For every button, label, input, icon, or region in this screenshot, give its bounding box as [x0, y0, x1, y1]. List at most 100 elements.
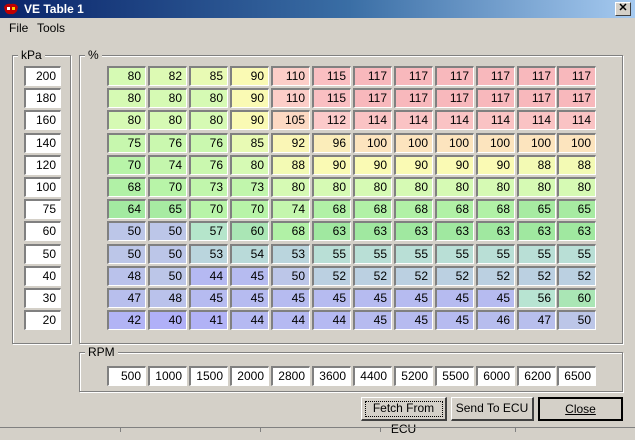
ve-cell[interactable]: 80: [476, 177, 515, 197]
ve-cell[interactable]: 68: [353, 199, 392, 219]
ve-cell[interactable]: 60: [557, 288, 596, 308]
ve-cell[interactable]: 52: [557, 266, 596, 286]
menu-file[interactable]: File: [9, 21, 28, 35]
kpa-cell[interactable]: 75: [24, 199, 61, 219]
ve-cell[interactable]: 76: [189, 155, 228, 175]
rpm-cell[interactable]: 5200: [394, 366, 433, 386]
ve-cell[interactable]: 73: [189, 177, 228, 197]
ve-cell[interactable]: 55: [435, 244, 474, 264]
ve-cell[interactable]: 45: [271, 288, 310, 308]
ve-cell[interactable]: 115: [312, 88, 351, 108]
send-to-ecu-button[interactable]: Send To ECU: [451, 397, 534, 421]
ve-cell[interactable]: 45: [230, 288, 269, 308]
ve-cell[interactable]: 60: [230, 221, 269, 241]
ve-cell[interactable]: 80: [148, 110, 187, 130]
ve-cell[interactable]: 110: [271, 88, 310, 108]
ve-cell[interactable]: 90: [435, 155, 474, 175]
ve-cell[interactable]: 92: [271, 133, 310, 153]
ve-cell[interactable]: 50: [148, 266, 187, 286]
rpm-cell[interactable]: 1000: [148, 366, 187, 386]
kpa-cell[interactable]: 180: [24, 88, 61, 108]
kpa-cell[interactable]: 30: [24, 288, 61, 308]
ve-cell[interactable]: 52: [476, 266, 515, 286]
ve-cell[interactable]: 114: [353, 110, 392, 130]
ve-cell[interactable]: 76: [189, 133, 228, 153]
ve-cell[interactable]: 63: [394, 221, 433, 241]
ve-cell[interactable]: 55: [557, 244, 596, 264]
ve-cell[interactable]: 90: [394, 155, 433, 175]
ve-cell[interactable]: 80: [435, 177, 474, 197]
ve-cell[interactable]: 117: [476, 88, 515, 108]
ve-cell[interactable]: 45: [353, 288, 392, 308]
ve-cell[interactable]: 48: [148, 288, 187, 308]
ve-cell[interactable]: 112: [312, 110, 351, 130]
ve-cell[interactable]: 65: [557, 199, 596, 219]
ve-cell[interactable]: 54: [230, 244, 269, 264]
ve-cell[interactable]: 100: [557, 133, 596, 153]
rpm-cell[interactable]: 6500: [557, 366, 596, 386]
ve-cell[interactable]: 44: [230, 310, 269, 330]
ve-cell[interactable]: 45: [435, 288, 474, 308]
ve-cell[interactable]: 114: [557, 110, 596, 130]
ve-cell[interactable]: 46: [476, 310, 515, 330]
ve-cell[interactable]: 70: [107, 155, 146, 175]
ve-cell[interactable]: 52: [394, 266, 433, 286]
ve-cell[interactable]: 80: [557, 177, 596, 197]
fetch-from-ecu-button[interactable]: Fetch From ECU: [361, 397, 447, 436]
rpm-cell[interactable]: 6000: [476, 366, 515, 386]
ve-cell[interactable]: 90: [230, 110, 269, 130]
ve-cell[interactable]: 110: [271, 66, 310, 86]
ve-cell[interactable]: 76: [148, 133, 187, 153]
ve-cell[interactable]: 52: [353, 266, 392, 286]
ve-cell[interactable]: 63: [476, 221, 515, 241]
ve-cell[interactable]: 114: [435, 110, 474, 130]
ve-cell[interactable]: 45: [435, 310, 474, 330]
ve-cell[interactable]: 114: [394, 110, 433, 130]
ve-cell[interactable]: 90: [230, 88, 269, 108]
kpa-cell[interactable]: 60: [24, 221, 61, 241]
ve-cell[interactable]: 53: [271, 244, 310, 264]
ve-cell[interactable]: 70: [230, 199, 269, 219]
ve-cell[interactable]: 45: [312, 288, 351, 308]
kpa-cell[interactable]: 140: [24, 133, 61, 153]
ve-cell[interactable]: 53: [189, 244, 228, 264]
ve-cell[interactable]: 63: [312, 221, 351, 241]
ve-cell[interactable]: 52: [517, 266, 556, 286]
ve-cell[interactable]: 45: [394, 310, 433, 330]
ve-cell[interactable]: 68: [394, 199, 433, 219]
rpm-cell[interactable]: 4400: [353, 366, 392, 386]
ve-cell[interactable]: 88: [271, 155, 310, 175]
ve-cell[interactable]: 100: [435, 133, 474, 153]
ve-cell[interactable]: 117: [435, 88, 474, 108]
ve-cell[interactable]: 68: [435, 199, 474, 219]
ve-cell[interactable]: 55: [476, 244, 515, 264]
rpm-cell[interactable]: 5500: [435, 366, 474, 386]
rpm-cell[interactable]: 1500: [189, 366, 228, 386]
kpa-cell[interactable]: 40: [24, 266, 61, 286]
ve-cell[interactable]: 65: [517, 199, 556, 219]
ve-cell[interactable]: 68: [312, 199, 351, 219]
ve-cell[interactable]: 45: [230, 266, 269, 286]
rpm-cell[interactable]: 2000: [230, 366, 269, 386]
ve-cell[interactable]: 50: [271, 266, 310, 286]
ve-cell[interactable]: 52: [312, 266, 351, 286]
ve-cell[interactable]: 63: [517, 221, 556, 241]
ve-cell[interactable]: 117: [557, 88, 596, 108]
ve-cell[interactable]: 50: [148, 221, 187, 241]
ve-cell[interactable]: 41: [189, 310, 228, 330]
ve-cell[interactable]: 70: [148, 177, 187, 197]
ve-cell[interactable]: 90: [353, 155, 392, 175]
ve-cell[interactable]: 48: [107, 266, 146, 286]
ve-cell[interactable]: 68: [107, 177, 146, 197]
ve-cell[interactable]: 85: [189, 66, 228, 86]
ve-cell[interactable]: 114: [476, 110, 515, 130]
ve-cell[interactable]: 90: [230, 66, 269, 86]
ve-cell[interactable]: 117: [394, 88, 433, 108]
ve-cell[interactable]: 50: [107, 221, 146, 241]
ve-cell[interactable]: 70: [189, 199, 228, 219]
ve-cell[interactable]: 73: [230, 177, 269, 197]
title-bar[interactable]: VE Table 1 ✕: [0, 0, 635, 18]
ve-cell[interactable]: 80: [107, 88, 146, 108]
ve-cell[interactable]: 63: [353, 221, 392, 241]
ve-cell[interactable]: 47: [107, 288, 146, 308]
